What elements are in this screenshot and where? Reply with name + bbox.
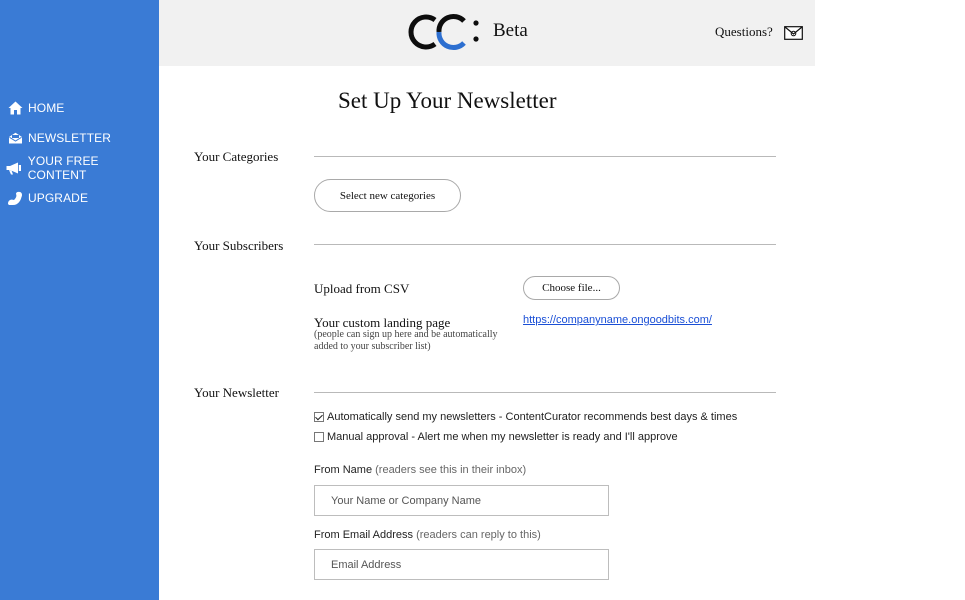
landing-page-link[interactable]: https://companyname.ongoodbits.com/: [523, 314, 712, 326]
from-email-hint: (readers can reply to this): [416, 529, 541, 541]
sidebar: HOME NEWSLETTER YOUR FREE CONTENT UPGRAD…: [0, 0, 159, 600]
from-name-input[interactable]: [314, 485, 609, 516]
from-email-label-text: From Email Address: [314, 529, 414, 541]
beta-label: Beta: [493, 20, 528, 41]
sidebar-item-label: HOME: [28, 101, 65, 115]
cc-logo[interactable]: [404, 12, 486, 52]
landing-page-note: (people can sign up here and be automati…: [314, 329, 498, 352]
sidebar-item-free-content[interactable]: YOUR FREE CONTENT: [0, 153, 159, 183]
from-email-label: From Email Address (readers can reply to…: [314, 529, 541, 541]
section-label-subscribers: Your Subscribers: [194, 238, 284, 253]
from-name-label: From Name (readers see this in their inb…: [314, 464, 526, 476]
questions-link[interactable]: Questions?: [715, 24, 773, 40]
auto-send-label: Automatically send my newsletters - Cont…: [327, 411, 738, 423]
upload-csv-label: Upload from CSV: [314, 281, 410, 296]
page-title: Set Up Your Newsletter: [338, 88, 557, 113]
sidebar-item-upgrade[interactable]: UPGRADE: [0, 183, 159, 213]
from-name-hint: (readers see this in their inbox): [375, 464, 527, 476]
section-label-categories: Your Categories: [194, 149, 279, 164]
divider: [314, 244, 776, 245]
sidebar-item-home[interactable]: HOME: [0, 93, 159, 123]
flexed-arm-icon: [6, 189, 24, 207]
divider: [314, 392, 776, 393]
megaphone-icon: [6, 159, 24, 177]
sidebar-nav: HOME NEWSLETTER YOUR FREE CONTENT UPGRAD…: [0, 93, 159, 213]
manual-approval-option[interactable]: Manual approval - Alert me when my newsl…: [314, 431, 678, 443]
sidebar-item-label: UPGRADE: [28, 191, 89, 205]
select-categories-button[interactable]: Select new categories: [314, 179, 461, 212]
mail-icon[interactable]: [784, 26, 803, 40]
from-email-input[interactable]: [314, 549, 609, 580]
divider: [314, 156, 776, 157]
choose-file-button[interactable]: Choose file...: [523, 276, 620, 300]
open-envelope-icon: [6, 129, 24, 147]
auto-send-checkbox[interactable]: [314, 412, 324, 422]
manual-approval-label: Manual approval - Alert me when my newsl…: [327, 431, 678, 443]
manual-approval-checkbox[interactable]: [314, 432, 324, 442]
home-icon: [6, 99, 24, 117]
auto-send-option[interactable]: Automatically send my newsletters - Cont…: [314, 411, 737, 423]
from-name-label-text: From Name: [314, 464, 373, 476]
section-label-newsletter: Your Newsletter: [194, 385, 279, 400]
top-header: Beta Questions?: [159, 0, 815, 66]
sidebar-item-label: NEWSLETTER: [28, 131, 112, 145]
sidebar-item-newsletter[interactable]: NEWSLETTER: [0, 123, 159, 153]
sidebar-item-label: YOUR FREE CONTENT: [27, 154, 99, 182]
